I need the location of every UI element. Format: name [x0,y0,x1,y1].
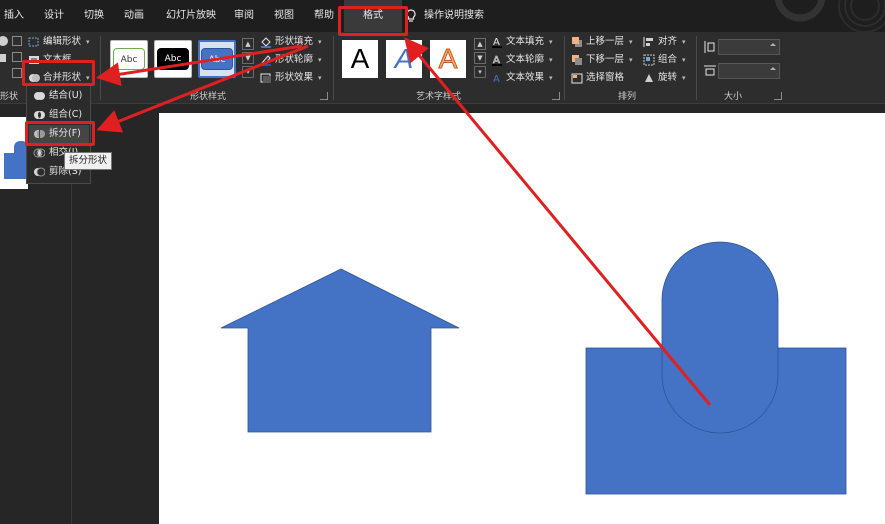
menu-item-union[interactable]: 结合(U) [29,87,89,105]
text-fill-button[interactable]: A 文本填充 ▾ [491,34,553,50]
wordart-preset-black[interactable]: A [342,40,378,78]
arrange-group-label: 排列 [618,92,637,102]
wordart-gallery-down-icon[interactable]: ▼ [474,52,486,64]
subtract-icon [33,166,46,178]
style-gallery-more-icon[interactable]: ▾ [242,66,254,78]
gallery-more-icon[interactable] [12,68,22,78]
group-separator [564,36,565,100]
wordart-gallery-more-icon[interactable]: ▾ [474,66,486,78]
tell-me-search[interactable]: 操作说明搜索 [424,0,490,32]
format-ribbon: 编辑形状 ▾ 文本框 合并形状 ▾ 形状 Abc Abc Abc ▲ ▼ ▾ 形状填… [0,32,885,104]
shape-style-preset-3[interactable]: Abc [198,40,236,78]
bring-forward-icon [571,36,583,48]
size-group-label: 大小 [724,92,743,102]
tab-view[interactable]: 视图 [266,0,302,32]
group-button[interactable]: 组合 ▾ [643,52,686,68]
tab-help[interactable]: 帮助 [306,0,342,32]
tab-review[interactable]: 审阅 [226,0,262,32]
text-effects-button[interactable]: A 文本效果 ▾ [491,70,553,86]
shape-effects-icon [260,72,272,84]
selection-pane-icon [571,72,583,84]
bring-forward-button[interactable]: 上移一层 ▾ [571,34,633,50]
wordart-styles-group-label: 艺术字样式 [416,92,462,102]
shape-styles-group-label: 形状样式 [190,92,227,102]
shape-width-icon [703,64,717,79]
gallery-scroll-up-icon[interactable] [12,36,22,46]
shape-width-input[interactable] [718,63,780,79]
shape-outline-button[interactable]: 形状轮廓 ▾ [260,52,322,68]
svg-text:A: A [493,74,500,84]
text-effects-icon: A [491,72,503,85]
align-button[interactable]: 对齐 ▾ [643,34,686,50]
arrow-shape-icon[interactable] [0,54,6,62]
intersect-icon [33,147,46,159]
wordart-preset-orange[interactable]: A [430,40,466,78]
shape-style-preset-1[interactable]: Abc [110,40,148,78]
group-separator [696,36,697,100]
text-fill-icon: A [491,36,503,48]
oval-shape-icon[interactable] [0,36,8,46]
tab-animations[interactable]: 动画 [116,0,152,32]
paint-bucket-icon [260,36,272,48]
tab-transitions[interactable]: 切换 [76,0,112,32]
rounded-rectangle-shape[interactable] [661,241,779,434]
size-launcher-icon[interactable] [774,92,782,100]
style-gallery-up-icon[interactable]: ▲ [242,38,254,50]
shape-fill-button[interactable]: 形状填充 ▾ [260,34,322,50]
send-backward-icon [571,54,583,66]
fragment-tooltip: 拆分形状 [64,152,113,170]
shape-styles-launcher-icon[interactable] [320,92,328,100]
align-icon [643,36,655,48]
text-outline-button[interactable]: A 文本轮廓 ▾ [491,52,553,68]
wordart-preset-blue[interactable]: A [386,40,422,78]
shape-effects-button[interactable]: 形状效果 ▾ [260,70,322,86]
pen-outline-icon [260,54,272,66]
selection-pane-button[interactable]: 选择窗格 [571,70,624,86]
shape-height-input[interactable] [718,39,780,55]
gallery-scroll-down-icon[interactable] [12,52,22,62]
slide-thumbnail[interactable] [0,117,28,189]
ribbon-tab-bar: 插入 设计 切换 动画 幻灯片放映 审阅 视图 帮助 格式 操作说明搜索 [0,0,885,32]
rotate-button[interactable]: 旋转 ▾ [643,70,686,86]
group-separator [100,36,101,100]
style-gallery-down-icon[interactable]: ▼ [242,52,254,64]
wordart-gallery-up-icon[interactable]: ▲ [474,38,486,50]
title-bar-decoration [760,0,885,32]
union-icon [33,90,45,102]
merge-shapes-highlight [22,60,95,86]
shape-height-icon [703,40,715,57]
wordart-styles-launcher-icon[interactable] [552,92,560,100]
format-tab-highlight [338,6,408,36]
insert-shapes-group-label: 形状 [0,92,19,102]
combine-icon [33,109,45,121]
tab-insert[interactable]: 插入 [0,0,28,32]
slide-canvas[interactable] [159,113,885,524]
rotate-icon [643,72,655,84]
tab-slideshow[interactable]: 幻灯片放映 [160,0,222,32]
group-separator [333,36,334,100]
shape-style-preset-2[interactable]: Abc [154,40,192,78]
edit-shape-button[interactable]: 编辑形状 ▾ [28,34,90,50]
group-icon [643,54,655,66]
fragment-highlight [25,121,95,146]
text-outline-icon: A [491,54,503,66]
edit-shape-icon [28,36,40,48]
house-shape[interactable] [220,268,460,433]
send-backward-button[interactable]: 下移一层 ▾ [571,52,633,68]
tab-design[interactable]: 设计 [36,0,72,32]
